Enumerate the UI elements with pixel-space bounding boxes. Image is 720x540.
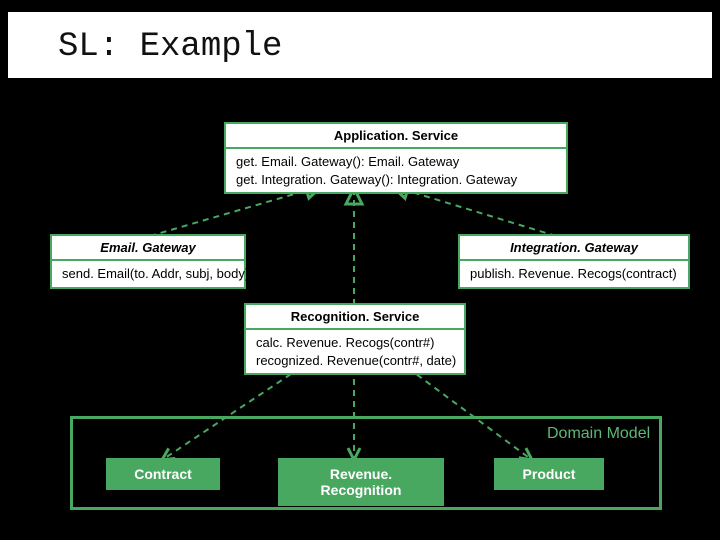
class-methods: get. Email. Gateway(): Email. Gateway ge… xyxy=(226,149,566,192)
class-name: Recognition. Service xyxy=(246,305,464,330)
page-title: SL: Example xyxy=(58,28,282,66)
method-line: send. Email(to. Addr, subj, body) xyxy=(62,265,234,283)
method-line: publish. Revenue. Recogs(contract) xyxy=(470,265,678,283)
entity-revenue-recognition: Revenue. Recognition xyxy=(278,458,444,506)
class-integration-gateway: Integration. Gateway publish. Revenue. R… xyxy=(458,234,690,289)
class-methods: publish. Revenue. Recogs(contract) xyxy=(460,261,688,287)
method-line: get. Integration. Gateway(): Integration… xyxy=(236,171,556,189)
class-recognition-service: Recognition. Service calc. Revenue. Reco… xyxy=(244,303,466,375)
class-methods: calc. Revenue. Recogs(contr#) recognized… xyxy=(246,330,464,373)
method-line: recognized. Revenue(contr#, date) xyxy=(256,352,454,370)
class-email-gateway: Email. Gateway send. Email(to. Addr, sub… xyxy=(50,234,246,289)
class-name: Application. Service xyxy=(226,124,566,149)
class-name: Integration. Gateway xyxy=(460,236,688,261)
method-line: calc. Revenue. Recogs(contr#) xyxy=(256,334,454,352)
class-application-service: Application. Service get. Email. Gateway… xyxy=(224,122,568,194)
entity-product: Product xyxy=(494,458,604,490)
class-methods: send. Email(to. Addr, subj, body) xyxy=(52,261,244,287)
class-name: Email. Gateway xyxy=(52,236,244,261)
domain-model-label: Domain Model xyxy=(547,425,650,443)
entity-contract: Contract xyxy=(106,458,220,490)
method-line: get. Email. Gateway(): Email. Gateway xyxy=(236,153,556,171)
